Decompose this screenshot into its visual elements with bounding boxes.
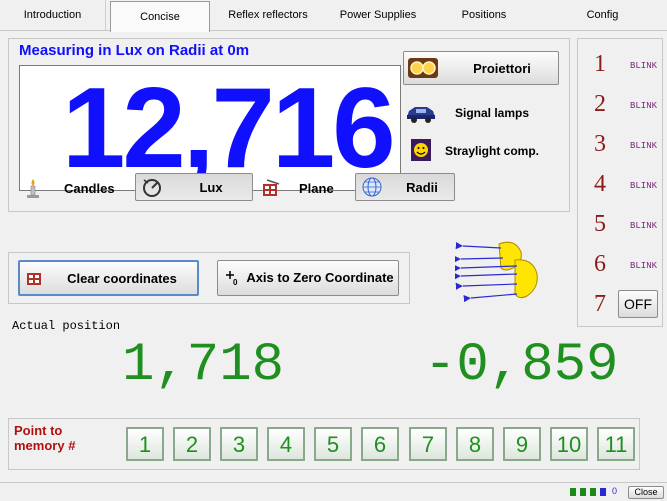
proiettori-button[interactable]: Proiettori: [403, 51, 559, 85]
straylight-label: Straylight comp.: [445, 144, 540, 158]
straylight-option[interactable]: Straylight comp.: [403, 139, 563, 165]
svg-text:0: 0: [233, 278, 238, 287]
plane-icon: [261, 178, 281, 203]
channel-4-blink[interactable]: BLINK: [630, 181, 657, 191]
status-indicator-1: [570, 488, 576, 496]
channel-6-number: 6: [594, 251, 606, 277]
headlamp-icon: [408, 58, 438, 78]
channel-1-number: 1: [594, 51, 606, 77]
channel-7-number: 7: [594, 291, 606, 317]
memory-button-8[interactable]: 8: [456, 427, 494, 461]
memory-button-2[interactable]: 2: [173, 427, 211, 461]
channel-3-number: 3: [594, 131, 606, 157]
channel-7-off-button[interactable]: OFF: [618, 290, 658, 318]
memory-button-1[interactable]: 1: [126, 427, 164, 461]
lamp-beams-icon: [453, 241, 538, 303]
close-button[interactable]: Close: [628, 486, 664, 499]
radii-button[interactable]: Radii: [355, 173, 455, 201]
status-indicator-4: [600, 488, 606, 496]
status-indicator-3: [590, 488, 596, 496]
smiley-icon: [411, 139, 431, 161]
status-count: 0: [612, 486, 618, 496]
signal-lamps-label: Signal lamps: [455, 106, 530, 120]
candles-label[interactable]: Candles: [64, 181, 115, 196]
channel-4-number: 4: [594, 171, 606, 197]
tab-introduction[interactable]: Introduction: [0, 0, 106, 30]
radii-label: Radii: [406, 180, 438, 195]
channel-5-number: 5: [594, 211, 606, 237]
memory-button-9[interactable]: 9: [503, 427, 541, 461]
memory-button-5[interactable]: 5: [314, 427, 352, 461]
channel-2-blink[interactable]: BLINK: [630, 101, 657, 111]
reading-value: 12,716: [62, 65, 396, 191]
status-bar: [0, 482, 667, 501]
position-y-value: -0,859: [424, 335, 619, 396]
tab-reflex-reflectors[interactable]: Reflex reflectors: [210, 0, 327, 30]
tab-positions[interactable]: Positions: [430, 0, 539, 30]
channel-2-number: 2: [594, 91, 606, 117]
clear-coordinates-label: Clear coordinates: [67, 271, 177, 286]
proiettori-label: Proiettori: [473, 61, 531, 76]
position-x-value: 1,718: [122, 335, 285, 396]
channel-6-blink[interactable]: BLINK: [630, 261, 657, 271]
memory-button-4[interactable]: 4: [267, 427, 305, 461]
coordinate-actions-panel: Clear coordinates 0 Axis to Zero Coordin…: [8, 252, 410, 304]
axis-to-zero-label: Axis to Zero Coordinate: [246, 270, 394, 285]
axis-zero-icon: 0: [224, 269, 240, 290]
tab-bar: Introduction Concise Reflex reflectors P…: [0, 0, 667, 32]
actual-position-label: Actual position: [12, 319, 121, 333]
lamp-direction-illustration: [453, 238, 555, 304]
channel-panel: 1 BLINK 2 BLINK 3 BLINK 4 BLINK 5 BLINK …: [577, 38, 663, 327]
channel-3-blink[interactable]: BLINK: [630, 141, 657, 151]
memory-panel: Point to memory # 1 2 3 4 5 6 7 8 9 10 1…: [8, 418, 640, 470]
lux-button[interactable]: Lux: [135, 173, 253, 201]
measurement-panel: Measuring in Lux on Radii at 0m 12,716 P…: [8, 38, 570, 212]
channel-1-blink[interactable]: BLINK: [630, 61, 657, 71]
memory-button-3[interactable]: 3: [220, 427, 258, 461]
car-icon: [405, 103, 437, 126]
memory-label-line1: Point to: [14, 423, 63, 438]
memory-button-10[interactable]: 10: [550, 427, 588, 461]
globe-icon: [360, 176, 384, 201]
memory-button-7[interactable]: 7: [409, 427, 447, 461]
memory-label-line2: memory #: [14, 438, 76, 453]
memory-button-6[interactable]: 6: [361, 427, 399, 461]
lux-label: Lux: [199, 180, 223, 195]
tab-power-supplies[interactable]: Power Supplies: [326, 0, 431, 30]
clear-coordinates-icon: [26, 272, 42, 289]
memory-button-11[interactable]: 11: [597, 427, 635, 461]
plane-label[interactable]: Plane: [299, 181, 334, 196]
tab-config[interactable]: Config: [538, 0, 667, 30]
candle-icon: [23, 177, 43, 204]
measurement-title: Measuring in Lux on Radii at 0m: [19, 42, 250, 59]
clear-coordinates-button[interactable]: Clear coordinates: [18, 260, 199, 296]
signal-lamps-option[interactable]: Signal lamps: [403, 101, 563, 127]
axis-to-zero-button[interactable]: 0 Axis to Zero Coordinate: [217, 260, 399, 296]
tab-concise[interactable]: Concise: [110, 1, 210, 32]
lux-meter-icon: [140, 176, 164, 201]
status-indicator-2: [580, 488, 586, 496]
channel-5-blink[interactable]: BLINK: [630, 221, 657, 231]
